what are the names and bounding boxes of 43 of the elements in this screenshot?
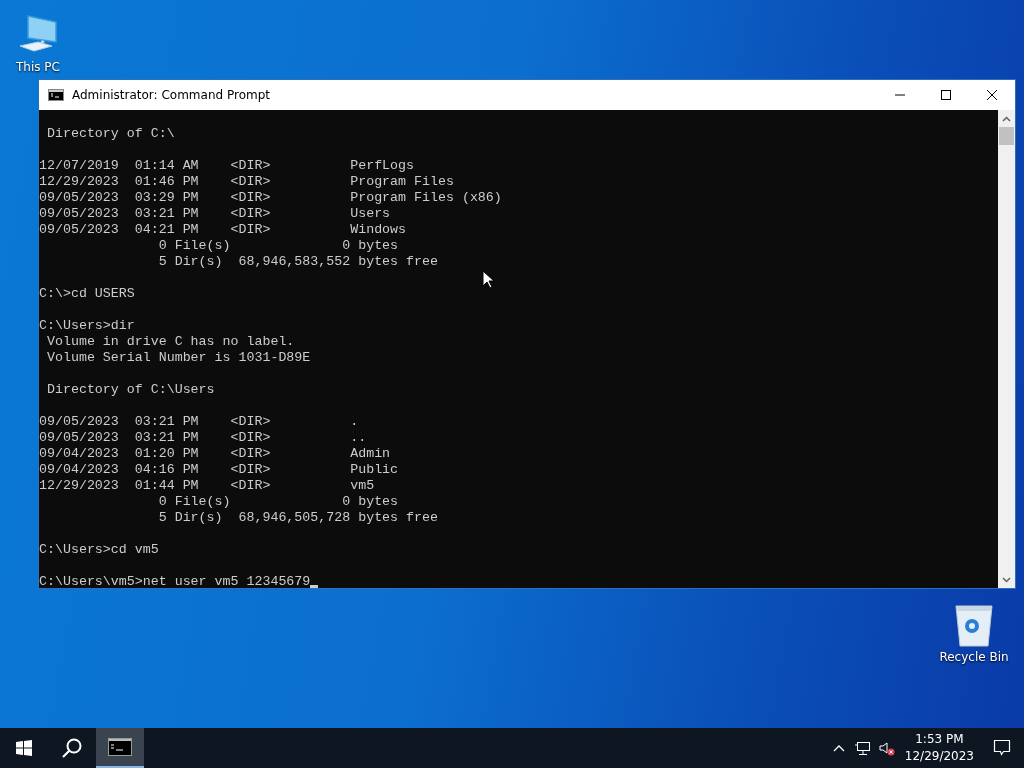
notifications-icon[interactable]: [993, 739, 1011, 757]
clock-time[interactable]: 1:53 PM: [915, 731, 964, 748]
network-icon[interactable]: [854, 740, 871, 756]
scrollbar-thumb[interactable]: [999, 127, 1014, 145]
console-line: 0 File(s) 0 bytes: [157, 238, 399, 254]
scroll-up-icon[interactable]: [1002, 115, 1011, 122]
console-line: 12/07/2019 01:14 AM <DIR> PerfLogs: [39, 158, 415, 174]
recycle-bin-icon: [952, 602, 996, 648]
console-icon: [48, 89, 64, 101]
console-line: Volume in drive C has no label.: [45, 334, 295, 350]
console-line: 5 Dir(s) 68,946,505,728 bytes free: [157, 510, 438, 526]
clock-date[interactable]: 12/29/2023: [904, 748, 974, 765]
console-line: 09/05/2023 04:21 PM <DIR> Windows: [39, 222, 407, 238]
console-line: 12/29/2023 01:44 PM <DIR> vm5: [39, 478, 375, 494]
console-line: 5 Dir(s) 68,946,583,552 bytes free: [157, 254, 438, 270]
search-icon[interactable]: [61, 737, 83, 759]
windows-start-icon[interactable]: [16, 740, 32, 756]
console-line: 09/05/2023 03:21 PM <DIR> ..: [39, 430, 367, 446]
desktop-icon-label[interactable]: This PC: [16, 60, 60, 74]
speaker-muted-icon[interactable]: [878, 740, 895, 756]
console-line: 09/05/2023 03:21 PM <DIR> .: [39, 414, 359, 430]
console-line: C:\>cd USERS: [39, 286, 135, 302]
console-line: Directory of C:\: [45, 126, 175, 142]
console-line: C:\Users>cd vm5: [39, 542, 159, 558]
console-icon[interactable]: [108, 738, 132, 756]
console-line: C:\Users\vm5>net user vm5 12345679: [39, 574, 319, 588]
maximize-icon: [940, 89, 952, 101]
console-line: 09/05/2023 03:21 PM <DIR> Users: [39, 206, 391, 222]
console-line: Directory of C:\Users: [45, 382, 215, 398]
mouse-pointer-icon: [482, 270, 494, 289]
text-cursor: [310, 585, 319, 588]
close-icon: [986, 89, 998, 101]
scroll-down-icon[interactable]: [1002, 576, 1011, 583]
console-line: C:\Users>dir: [39, 318, 135, 334]
console-line: 12/29/2023 01:46 PM <DIR> Program Files: [39, 174, 454, 190]
window-title: Administrator: Command Prompt: [72, 88, 271, 102]
console-line: Volume Serial Number is 1031-D89E: [45, 350, 311, 366]
desktop-icon-label[interactable]: Recycle Bin: [939, 650, 1009, 664]
console-line: 0 File(s) 0 bytes: [157, 494, 399, 510]
console-line: 09/05/2023 03:29 PM <DIR> Program Files (x86): [39, 190, 502, 206]
console-line: 09/04/2023 01:20 PM <DIR> Admin: [39, 446, 391, 462]
chevron-up-icon[interactable]: [832, 744, 845, 752]
console-line: 09/04/2023 04:16 PM <DIR> Public: [39, 462, 399, 478]
